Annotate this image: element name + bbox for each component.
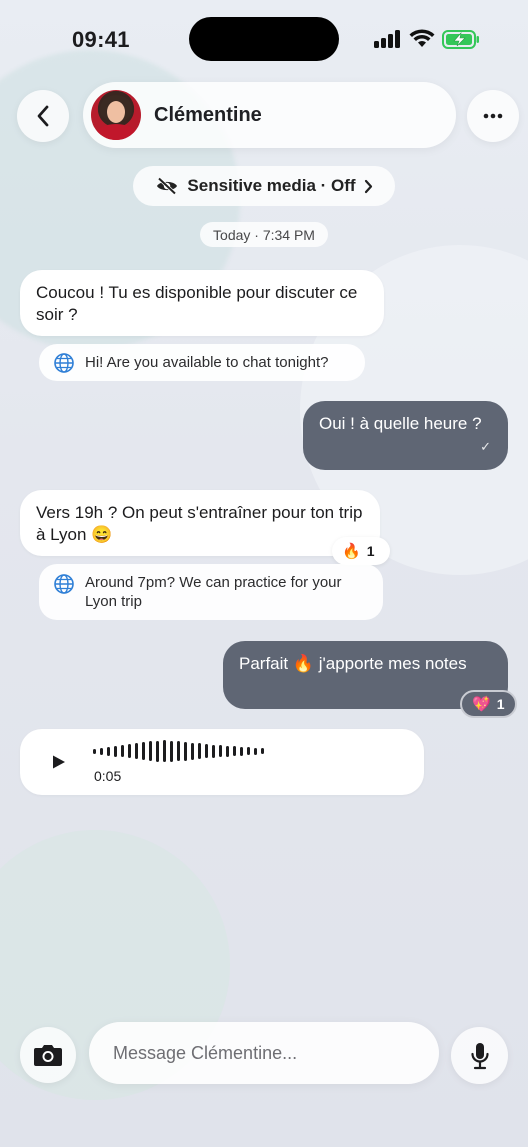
outgoing-message[interactable]: Oui ! à quelle heure ? ✓ <box>303 401 508 470</box>
ellipsis-icon <box>483 113 503 119</box>
message-input[interactable] <box>89 1022 439 1084</box>
back-button[interactable] <box>17 90 69 142</box>
avatar <box>91 90 141 140</box>
reaction-count: 1 <box>366 543 375 559</box>
status-bar: 09:41 <box>0 0 528 80</box>
battery-charging-icon <box>442 30 479 49</box>
translation-text: Around 7pm? We can practice for your Lyo… <box>85 574 342 610</box>
incoming-message[interactable]: Coucou ! Tu es disponible pour discuter … <box>20 270 384 336</box>
microphone-button[interactable] <box>451 1027 508 1084</box>
more-options-button[interactable] <box>467 90 519 142</box>
message-text: Parfait 🔥 j'apporte mes notes <box>239 654 467 673</box>
sensitive-media-label: Sensitive media · Off <box>187 176 356 195</box>
fire-emoji-icon: 🔥 <box>342 542 361 560</box>
date-separator: Today · 7:34 PM <box>200 222 328 247</box>
wifi-icon <box>409 29 435 47</box>
translation-bubble[interactable]: Hi! Are you available to chat tonight? <box>39 344 365 381</box>
contact-name: Clémentine <box>154 103 262 126</box>
reaction-badge[interactable]: 💖 1 <box>460 690 517 718</box>
message-text: Oui ! à quelle heure ? <box>319 414 482 433</box>
message-text: Vers 19h ? On peut s'entraîner pour ton … <box>36 503 363 544</box>
status-time: 09:41 <box>72 27 130 52</box>
incoming-message[interactable]: Vers 19h ? On peut s'entraîner pour ton … <box>20 490 380 556</box>
chevron-left-icon <box>37 105 49 127</box>
play-icon[interactable] <box>52 755 66 769</box>
translation-bubble[interactable]: Around 7pm? We can practice for your Lyo… <box>39 564 383 620</box>
sensitive-media-toggle[interactable]: Sensitive media · Off <box>133 166 395 206</box>
eye-slash-icon <box>157 177 178 195</box>
camera-icon <box>34 1045 62 1066</box>
reaction-badge[interactable]: 🔥 1 <box>332 537 390 565</box>
globe-icon <box>54 574 74 594</box>
voice-message[interactable]: 0:05 <box>20 729 424 795</box>
reaction-count: 1 <box>496 696 505 712</box>
contact-header[interactable]: Clémentine <box>83 82 456 148</box>
message-text: Coucou ! Tu es disponible pour discuter … <box>36 283 358 324</box>
voice-duration: 0:05 <box>94 768 122 784</box>
sparkling-heart-emoji-icon: 💖 <box>472 695 491 713</box>
dynamic-island <box>189 17 339 61</box>
audio-waveform[interactable] <box>93 740 264 762</box>
translation-text: Hi! Are you available to chat tonight? <box>85 354 329 371</box>
read-receipt-icon: ✓ <box>480 439 491 454</box>
globe-icon <box>54 352 74 373</box>
chevron-right-icon <box>364 179 372 193</box>
microphone-icon <box>470 1042 489 1069</box>
cellular-signal-icon <box>374 30 402 48</box>
camera-button[interactable] <box>20 1027 76 1083</box>
